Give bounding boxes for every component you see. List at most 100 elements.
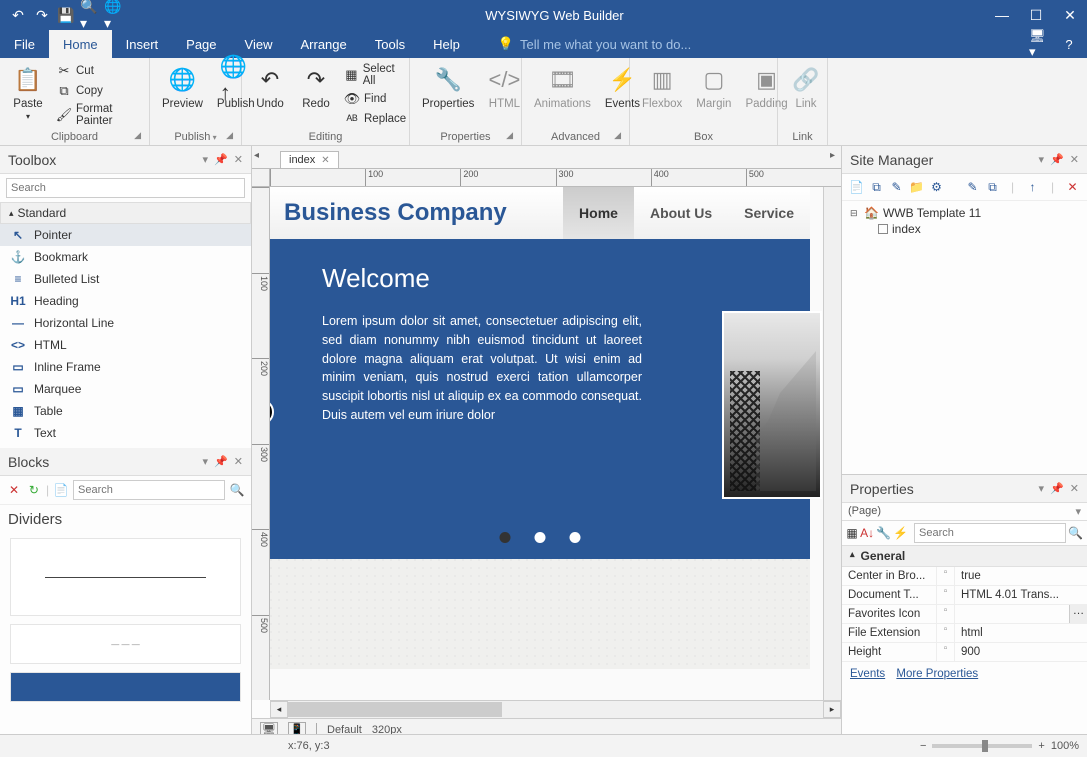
blocks-add-icon[interactable]: 📄: [53, 480, 69, 500]
html-button[interactable]: </>HTML: [484, 62, 524, 112]
prop-search-icon[interactable]: 🔍: [1068, 523, 1083, 543]
toolbox-item-horizontal-line[interactable]: —Horizontal Line: [0, 312, 251, 334]
divider-block-2[interactable]: — — —: [10, 624, 241, 664]
sm-close-icon[interactable]: ✕: [1070, 153, 1079, 166]
tab-tools[interactable]: Tools: [361, 30, 419, 58]
property-row[interactable]: Favorites Icon▫…: [842, 605, 1087, 624]
scroll-right-icon[interactable]: ▸: [823, 701, 841, 718]
toolbox-item-table[interactable]: ▦Table: [0, 400, 251, 422]
sm-props-icon[interactable]: ⚙: [928, 178, 945, 196]
prop-category-general[interactable]: ▴General: [842, 546, 1087, 567]
margin-button[interactable]: ▢Margin: [692, 62, 735, 112]
property-row[interactable]: Document T...▫HTML 4.01 Trans...: [842, 586, 1087, 605]
toolbox-pin-icon[interactable]: 📌: [214, 153, 228, 166]
sm-delete-icon[interactable]: ✕: [1064, 178, 1081, 196]
blocks-refresh-icon[interactable]: ↻: [26, 480, 42, 500]
document-tab-index[interactable]: index✕: [280, 151, 339, 168]
undo-icon[interactable]: ↶: [8, 5, 28, 25]
horizontal-scrollbar[interactable]: ◂ ▸: [270, 700, 841, 718]
sm-pin-icon[interactable]: 📌: [1050, 153, 1064, 166]
property-row[interactable]: File Extension▫html: [842, 624, 1087, 643]
toolbox-search-input[interactable]: [6, 178, 245, 198]
sm-up-icon[interactable]: ↑: [1024, 178, 1041, 196]
property-selector[interactable]: (Page)▾: [842, 503, 1087, 521]
properties-search-input[interactable]: [914, 523, 1066, 543]
select-all-button[interactable]: ▦Select All: [342, 62, 408, 88]
tab-close-icon[interactable]: ✕: [321, 155, 329, 166]
blocks-close-icon[interactable]: ✕: [234, 455, 243, 468]
padding-button[interactable]: ▣Padding: [741, 62, 791, 112]
tab-home[interactable]: Home: [49, 30, 112, 58]
tab-next-icon[interactable]: ▸: [830, 150, 835, 161]
close-button[interactable]: ✕: [1053, 0, 1087, 30]
more-properties-link[interactable]: More Properties: [896, 668, 978, 680]
toolbox-close-icon[interactable]: ✕: [234, 153, 243, 166]
prop-alpha-icon[interactable]: A↓: [860, 523, 874, 543]
paste-button[interactable]: 📋Paste▾: [8, 62, 48, 123]
toolbox-section-standard[interactable]: ▴Standard: [0, 202, 251, 224]
scroll-left-icon[interactable]: ◂: [270, 701, 288, 718]
slider-dot-3[interactable]: [570, 532, 581, 543]
tree-root[interactable]: ⊟🏠WWB Template 11: [850, 205, 1079, 221]
blocks-dropdown-icon[interactable]: ▾: [203, 455, 209, 468]
toolbox-item-bookmark[interactable]: ⚓Bookmark: [0, 246, 251, 268]
nav-service[interactable]: Service: [728, 187, 810, 239]
prop-categorized-icon[interactable]: ▦: [846, 523, 858, 543]
help-icon[interactable]: ?: [1059, 34, 1079, 54]
sm-rename-icon[interactable]: ✎: [964, 178, 981, 196]
toolbox-dropdown-icon[interactable]: ▾: [203, 153, 209, 166]
save-icon[interactable]: 💾: [56, 5, 76, 25]
props-pin-icon[interactable]: 📌: [1050, 482, 1064, 495]
replace-button[interactable]: ᴬᴮReplace: [342, 110, 408, 128]
browse-button[interactable]: …: [1069, 605, 1087, 623]
properties-launcher-icon[interactable]: ◢: [506, 130, 513, 141]
redo-icon[interactable]: ↷: [32, 5, 52, 25]
minimize-button[interactable]: —: [985, 0, 1019, 30]
link-button[interactable]: 🔗Link: [786, 62, 826, 112]
toolbox-item-bulleted-list[interactable]: ≡Bulleted List: [0, 268, 251, 290]
toolbox-item-inline-frame[interactable]: ▭Inline Frame: [0, 356, 251, 378]
tree-expand-icon[interactable]: ⊟: [850, 208, 860, 219]
sm-clone-page-icon[interactable]: ⧉: [868, 178, 885, 196]
publish-launcher-icon[interactable]: ◢: [226, 130, 233, 141]
property-row[interactable]: Height▫900: [842, 643, 1087, 662]
slider-dot-2[interactable]: [535, 532, 546, 543]
display-settings-icon[interactable]: 🖥▾: [1029, 34, 1049, 54]
tell-me-search[interactable]: 💡 Tell me what you want to do...: [498, 36, 691, 52]
cut-button[interactable]: ✂Cut: [54, 62, 141, 80]
sm-new-page-icon[interactable]: 📄: [848, 178, 865, 196]
zoom-in-icon[interactable]: +: [1038, 740, 1044, 752]
find-button[interactable]: 👁Find: [342, 90, 408, 108]
blocks-delete-icon[interactable]: ✕: [6, 480, 22, 500]
nav-home[interactable]: Home: [563, 187, 634, 239]
advanced-launcher-icon[interactable]: ◢: [614, 130, 621, 141]
vertical-scrollbar[interactable]: [823, 187, 841, 700]
zoom-out-icon[interactable]: −: [920, 740, 926, 752]
undo-button[interactable]: ↶Undo: [250, 62, 290, 112]
maximize-button[interactable]: ☐: [1019, 0, 1053, 30]
divider-block-1[interactable]: [10, 538, 241, 616]
zoom-slider[interactable]: [932, 744, 1032, 748]
prop-events-icon[interactable]: ⚡: [893, 523, 908, 543]
prop-wrench-icon[interactable]: 🔧: [876, 523, 891, 543]
animations-button[interactable]: 🎞Animations: [530, 62, 595, 112]
tab-help[interactable]: Help: [419, 30, 474, 58]
property-row[interactable]: Center in Bro...▫true: [842, 567, 1087, 586]
blocks-search-icon[interactable]: 🔍: [229, 480, 245, 500]
tab-file[interactable]: File: [0, 30, 49, 58]
toolbox-item-html[interactable]: <>HTML: [0, 334, 251, 356]
divider-block-3[interactable]: [10, 672, 241, 702]
copy-button[interactable]: ⧉Copy: [54, 82, 141, 100]
slider-dot-1[interactable]: [500, 532, 511, 543]
sm-edit-icon[interactable]: ✎: [888, 178, 905, 196]
tree-page-index[interactable]: index: [850, 221, 1079, 237]
globe-icon[interactable]: 🌐▾: [104, 5, 124, 25]
format-painter-button[interactable]: 🖌Format Painter: [54, 102, 141, 128]
blocks-search-input[interactable]: [73, 480, 225, 500]
sm-folder-icon[interactable]: 📁: [908, 178, 925, 196]
tab-prev-icon[interactable]: ◂: [254, 150, 259, 161]
redo-button[interactable]: ↷Redo: [296, 62, 336, 112]
toolbox-item-text[interactable]: TText: [0, 422, 251, 444]
tab-arrange[interactable]: Arrange: [286, 30, 360, 58]
toolbox-item-heading[interactable]: H1Heading: [0, 290, 251, 312]
